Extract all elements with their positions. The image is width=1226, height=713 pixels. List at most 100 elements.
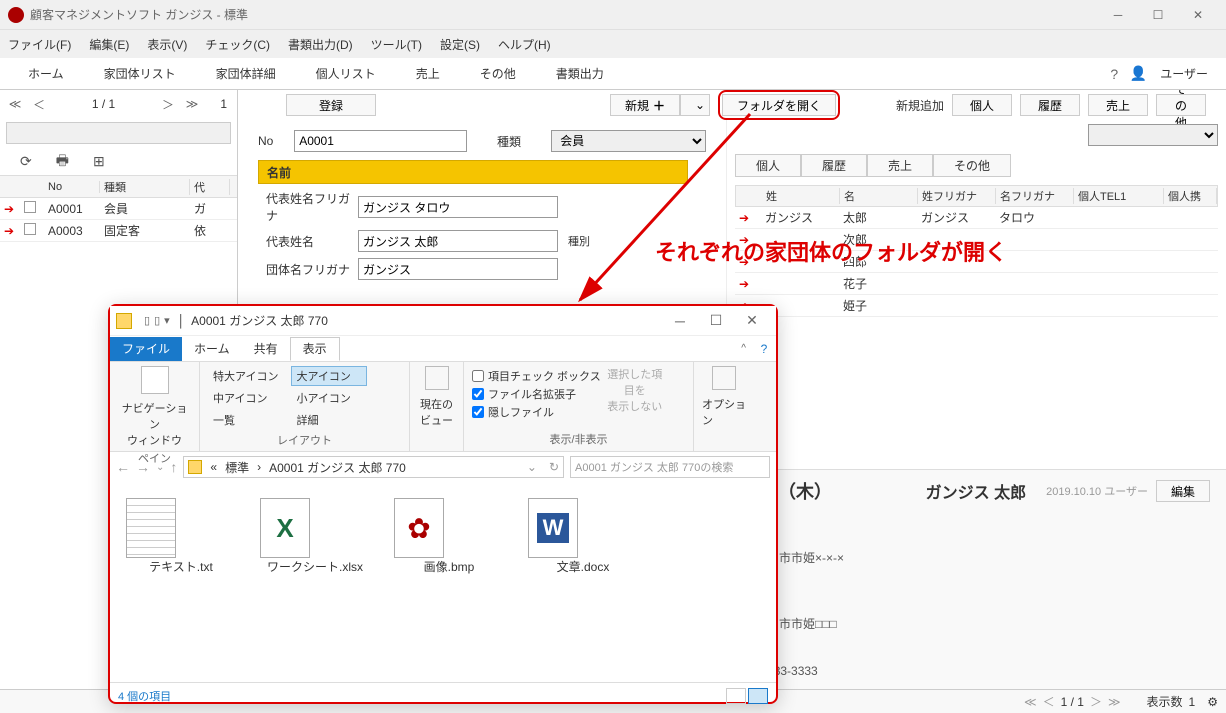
qat-icon[interactable]: ▯ bbox=[144, 314, 150, 327]
back-icon[interactable]: ← bbox=[116, 459, 130, 475]
menu-edit[interactable]: 編集(E) bbox=[89, 36, 129, 53]
col-sei[interactable]: 姓 bbox=[762, 188, 840, 204]
rep-furi-input[interactable] bbox=[358, 196, 558, 218]
ribbon-collapse-icon[interactable]: ^ bbox=[741, 343, 746, 354]
rep-name-input[interactable] bbox=[358, 230, 558, 252]
address-bar[interactable]: « 標準 › A0001 ガンジス 太郎 770 ⌄ ↻ bbox=[183, 456, 564, 478]
first-page-icon[interactable]: ≪ bbox=[6, 97, 24, 111]
tab-person-list[interactable]: 個人リスト bbox=[296, 58, 396, 90]
tab-family-detail[interactable]: 家団体詳細 bbox=[196, 58, 296, 90]
table-row[interactable]: ➔ A0003 固定客 依 bbox=[0, 220, 237, 242]
table-row[interactable]: ➔姫子 bbox=[735, 295, 1218, 317]
new-button[interactable]: 新規 ＋ bbox=[610, 94, 680, 116]
minimize-button[interactable]: ─ bbox=[1098, 0, 1138, 30]
layout-s-icon[interactable]: 小アイコン bbox=[291, 388, 366, 408]
history-button[interactable]: 履歴 bbox=[1020, 94, 1080, 116]
print-icon[interactable]: 🖶 bbox=[56, 150, 69, 174]
qat-dropdown-icon[interactable]: ▾ bbox=[164, 314, 170, 327]
open-folder-button[interactable]: フォルダを開く bbox=[722, 94, 836, 116]
file-item[interactable]: Xワークシート.xlsx bbox=[260, 498, 370, 666]
nav-pane-button[interactable]: ナビゲーション ウィンドウ bbox=[118, 400, 191, 448]
hide-selected-button[interactable]: 選択した項目を 表示しない bbox=[607, 366, 663, 414]
file-ext-toggle[interactable] bbox=[472, 388, 484, 400]
gear-icon[interactable]: ⚙ bbox=[1207, 695, 1218, 709]
tab-doc-out[interactable]: 書類出力 bbox=[536, 58, 624, 90]
refresh-icon[interactable]: ⟳ bbox=[20, 153, 32, 170]
add-icon[interactable]: ⊞ bbox=[93, 153, 105, 170]
history-dropdown-icon[interactable]: ⌄ bbox=[156, 462, 164, 473]
sales-button[interactable]: 売上 bbox=[1088, 94, 1148, 116]
footer-first-icon[interactable]: ≪ bbox=[1024, 695, 1037, 709]
register-button[interactable]: 登録 bbox=[286, 94, 376, 116]
options-button[interactable]: オプション bbox=[702, 396, 746, 428]
dropdown-button[interactable]: ⌄ bbox=[680, 94, 710, 116]
menu-setting[interactable]: 設定(S) bbox=[440, 36, 480, 53]
col-tel[interactable]: 個人TEL1 bbox=[1074, 188, 1164, 204]
grp-furi-input[interactable] bbox=[358, 258, 558, 280]
current-view-button[interactable]: 現在の ビュー bbox=[420, 396, 453, 428]
tab-sales[interactable]: 売上 bbox=[396, 58, 460, 90]
ribbon-tab-share[interactable]: 共有 bbox=[242, 337, 290, 361]
menu-view[interactable]: 表示(V) bbox=[147, 36, 187, 53]
up-icon[interactable]: ↑ bbox=[170, 459, 177, 475]
menu-doc[interactable]: 書類出力(D) bbox=[288, 36, 353, 53]
view-details-icon[interactable] bbox=[726, 688, 746, 704]
layout-detail[interactable]: 詳細 bbox=[291, 410, 366, 430]
footer-prev-icon[interactable]: ＜ bbox=[1043, 693, 1055, 710]
next-page-icon[interactable]: ＞ bbox=[159, 96, 177, 113]
col-type[interactable]: 種類 bbox=[100, 179, 190, 195]
ribbon-tab-file[interactable]: ファイル bbox=[110, 337, 182, 361]
file-item[interactable]: ✿画像.bmp bbox=[394, 498, 504, 666]
other-button[interactable]: その他 bbox=[1156, 94, 1206, 116]
type-select[interactable]: 会員 bbox=[551, 130, 706, 152]
person-button[interactable]: 個人 bbox=[952, 94, 1012, 116]
hidden-toggle[interactable] bbox=[472, 406, 484, 418]
menu-check[interactable]: チェック(C) bbox=[205, 36, 270, 53]
table-row[interactable]: ➔ガンジス太郎ガンジスタロウ bbox=[735, 207, 1218, 229]
tab-other[interactable]: その他 bbox=[460, 58, 536, 90]
explorer-search[interactable]: A0001 ガンジス 太郎 770の検索 bbox=[570, 456, 770, 478]
file-item[interactable]: W文章.docx bbox=[528, 498, 638, 666]
tab-family-list[interactable]: 家団体リスト bbox=[84, 58, 196, 90]
user-icon[interactable]: 👤 bbox=[1126, 65, 1150, 82]
help-icon[interactable]: ? bbox=[1102, 66, 1126, 82]
file-item[interactable]: テキスト.txt bbox=[126, 498, 236, 666]
rtab-person[interactable]: 個人 bbox=[735, 154, 801, 177]
layout-m-icon[interactable]: 中アイコン bbox=[208, 388, 283, 408]
col-meif[interactable]: 名フリガナ bbox=[996, 188, 1074, 204]
rtab-other[interactable]: その他 bbox=[933, 154, 1011, 177]
search-input[interactable] bbox=[6, 122, 231, 144]
ribbon-help-icon[interactable]: ? bbox=[752, 342, 776, 356]
edit-button[interactable]: 編集 bbox=[1156, 480, 1210, 502]
table-row[interactable]: ➔花子 bbox=[735, 273, 1218, 295]
layout-xl-icon[interactable]: 特大アイコン bbox=[208, 366, 283, 386]
no-input[interactable] bbox=[294, 130, 467, 152]
prev-page-icon[interactable]: ＜ bbox=[30, 96, 48, 113]
maximize-button[interactable]: ☐ bbox=[1138, 0, 1178, 30]
layout-l-icon[interactable]: 大アイコン bbox=[291, 366, 366, 386]
ribbon-tab-view[interactable]: 表示 bbox=[290, 337, 340, 361]
rtab-history[interactable]: 履歴 bbox=[801, 154, 867, 177]
forward-icon[interactable]: → bbox=[136, 459, 150, 475]
explorer-minimize-button[interactable]: ─ bbox=[662, 313, 698, 329]
layout-list[interactable]: 一覧 bbox=[208, 410, 283, 430]
col-mei[interactable]: 名 bbox=[840, 188, 918, 204]
col-seif[interactable]: 姓フリガナ bbox=[918, 188, 996, 204]
explorer-maximize-button[interactable]: ☐ bbox=[698, 312, 734, 329]
menu-help[interactable]: ヘルプ(H) bbox=[498, 36, 551, 53]
user-label[interactable]: ユーザー bbox=[1150, 65, 1218, 82]
footer-last-icon[interactable]: ≫ bbox=[1108, 695, 1121, 709]
col-rest[interactable]: 個人携 bbox=[1164, 188, 1217, 204]
footer-next-icon[interactable]: ＞ bbox=[1090, 693, 1102, 710]
explorer-close-button[interactable]: ✕ bbox=[734, 312, 770, 329]
ribbon-tab-home[interactable]: ホーム bbox=[182, 337, 242, 361]
tab-home[interactable]: ホーム bbox=[8, 58, 84, 90]
table-row[interactable]: ➔ A0001 会員 ガ bbox=[0, 198, 237, 220]
qat-icon[interactable]: ▯ bbox=[154, 314, 160, 327]
menu-file[interactable]: ファイル(F) bbox=[8, 36, 71, 53]
menu-tool[interactable]: ツール(T) bbox=[371, 36, 422, 53]
col-rest[interactable]: 代 bbox=[190, 179, 230, 195]
view-large-icon[interactable] bbox=[748, 688, 768, 704]
col-no[interactable]: No bbox=[44, 181, 100, 193]
close-button[interactable]: ✕ bbox=[1178, 0, 1218, 30]
